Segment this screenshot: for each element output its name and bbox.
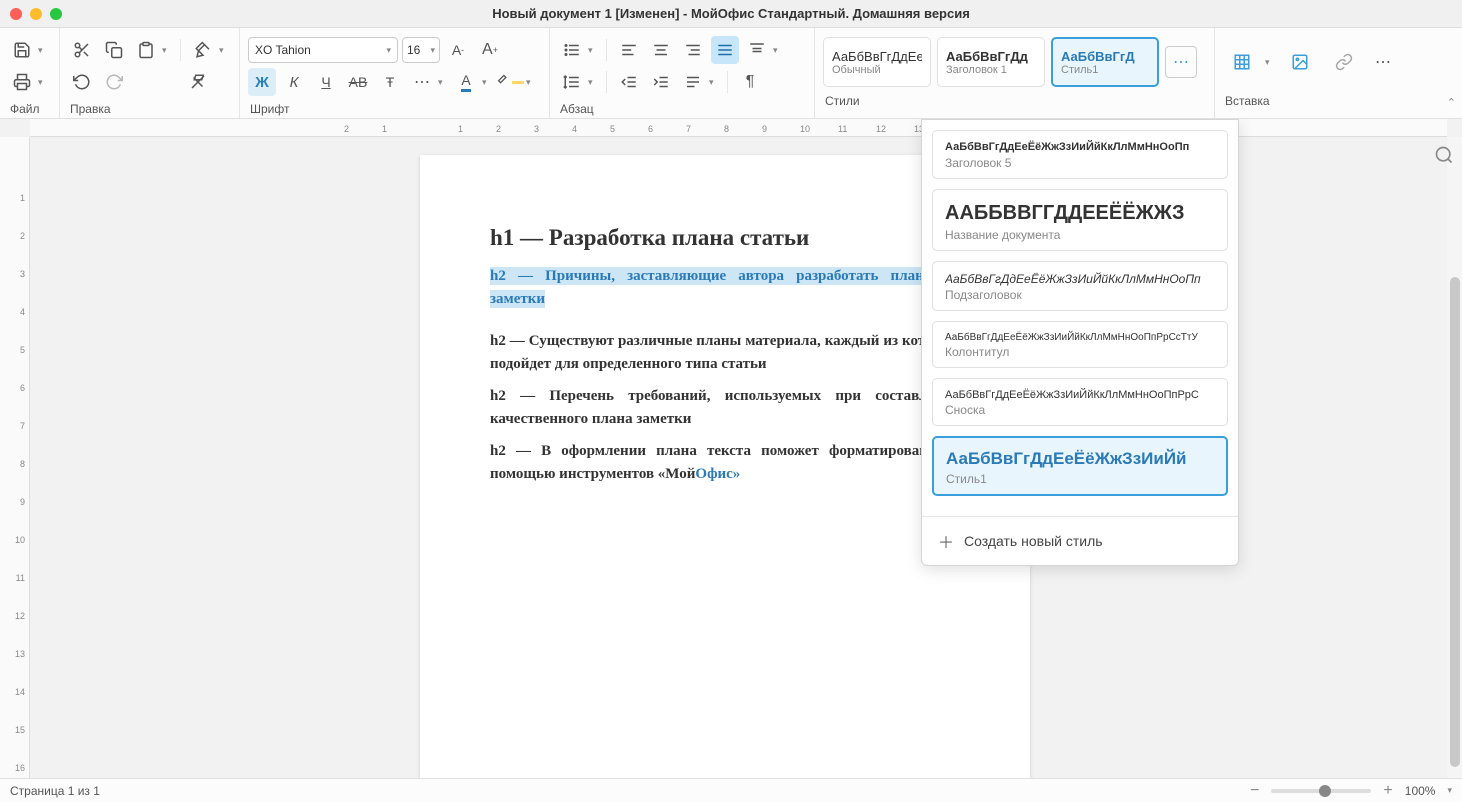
- scroll-thumb[interactable]: [1450, 277, 1460, 767]
- style-panel-item-2[interactable]: АаБбВвГгДдЕеЁёЖжЗзИиЙйКкЛлМмНнОоПпПодзаг…: [932, 261, 1228, 311]
- zoom-slider[interactable]: [1271, 789, 1371, 793]
- decrease-indent-button[interactable]: [615, 68, 643, 96]
- redo-button[interactable]: [100, 68, 128, 96]
- doc-heading-1[interactable]: h1 — Разработка плана статьи: [490, 225, 960, 251]
- vertical-align-button[interactable]: [743, 36, 771, 64]
- edit-group-label: Правка: [68, 102, 231, 116]
- print-button[interactable]: [8, 68, 36, 96]
- close-button[interactable]: [10, 8, 22, 20]
- styles-dropdown-panel: АаБбВвГгДдЕеЁёЖжЗзИиЙйКкЛлМмНнОоПпЗаголо…: [921, 119, 1239, 566]
- doc-heading-2c[interactable]: h2 — Перечень требований, используемых п…: [490, 385, 960, 430]
- italic-button[interactable]: К: [280, 68, 308, 96]
- align-justify-button[interactable]: [711, 36, 739, 64]
- save-button[interactable]: [8, 36, 36, 64]
- font-color-button[interactable]: А: [452, 68, 480, 96]
- print-dropdown[interactable]: ▾: [38, 77, 48, 88]
- format-painter-button[interactable]: [189, 36, 217, 64]
- align-left-button[interactable]: [615, 36, 643, 64]
- doc-heading-2-highlighted[interactable]: h2 — Причины, заставляющие автора разраб…: [490, 265, 960, 310]
- increase-indent-button[interactable]: [647, 68, 675, 96]
- style-panel-item-4[interactable]: АаБбВвГгДдЕеЁёЖжЗзИиЙйКкЛлМмНнОоПпРрССно…: [932, 378, 1228, 427]
- more-font-button[interactable]: ⋯: [408, 68, 436, 96]
- search-icon[interactable]: [1430, 141, 1458, 169]
- collapse-ribbon-button[interactable]: ⌃: [1447, 96, 1456, 109]
- style-panel-item-0[interactable]: АаБбВвГгДдЕеЁёЖжЗзИиЙйКкЛлМмНнОоПпЗаголо…: [932, 130, 1228, 179]
- font-name-select[interactable]: XO Tahion▾: [248, 37, 398, 63]
- insert-image-button[interactable]: [1281, 48, 1319, 76]
- pilcrow-button[interactable]: ¶: [736, 68, 764, 96]
- font-group-label: Шрифт: [248, 102, 541, 116]
- style-card-style1[interactable]: АаБбВвГгД Стиль1: [1051, 37, 1159, 87]
- cut-button[interactable]: [68, 36, 96, 64]
- format-painter-dropdown[interactable]: ▾: [219, 45, 229, 56]
- align-right-button[interactable]: [679, 36, 707, 64]
- window-title: Новый документ 1 [Изменен] - МойОфис Ста…: [492, 6, 970, 21]
- highlight-color-button[interactable]: [496, 68, 524, 96]
- copy-button[interactable]: [100, 36, 128, 64]
- decrease-font-button[interactable]: A-: [444, 36, 472, 64]
- vertical-scrollbar[interactable]: [1447, 137, 1462, 778]
- style-panel-item-5[interactable]: АаБбВвГгДдЕеЁёЖжЗзИиЙйСтиль1: [932, 436, 1228, 496]
- paste-dropdown[interactable]: ▾: [162, 45, 172, 56]
- paste-button[interactable]: [132, 36, 160, 64]
- line-spacing-button[interactable]: [558, 68, 586, 96]
- statusbar: Страница 1 из 1 − + 100% ▾: [0, 778, 1462, 802]
- align-center-button[interactable]: [647, 36, 675, 64]
- workspace: 2112345678910111213141516 11234567891011…: [0, 119, 1462, 778]
- create-new-style-button[interactable]: ＋ Создать новый стиль: [922, 516, 1238, 565]
- clear-format-button[interactable]: [184, 68, 212, 96]
- zoom-out-button[interactable]: −: [1250, 782, 1259, 800]
- vertical-ruler[interactable]: 112345678910111213141516171819: [0, 137, 30, 778]
- strikethrough-button[interactable]: АВ: [344, 68, 372, 96]
- more-insert-button[interactable]: ⋯: [1369, 48, 1397, 76]
- zoom-dropdown[interactable]: ▾: [1447, 785, 1452, 796]
- zoom-level[interactable]: 100%: [1405, 784, 1436, 798]
- insert-table-button[interactable]: [1223, 48, 1261, 76]
- bold-button[interactable]: Ж: [248, 68, 276, 96]
- styles-group-label: Стили: [823, 94, 1206, 108]
- doc-heading-2b[interactable]: h2 — Существуют различные планы материал…: [490, 330, 960, 375]
- underline-button[interactable]: Ч: [312, 68, 340, 96]
- more-styles-button[interactable]: ⋯: [1165, 46, 1197, 78]
- paragraph-group-label: Абзац: [558, 102, 806, 116]
- style-card-heading1[interactable]: АаБбВвГгДд Заголовок 1: [937, 37, 1045, 87]
- style-panel-item-3[interactable]: АаБбВвГгДдЕеЁёЖжЗзИиЙйКкЛлМмНнОоПпРрСсТт…: [932, 321, 1228, 368]
- increase-font-button[interactable]: A+: [476, 36, 504, 64]
- minimize-button[interactable]: [30, 8, 42, 20]
- font-size-select[interactable]: 16▾: [402, 37, 440, 63]
- bullet-list-button[interactable]: [558, 36, 586, 64]
- insert-group-label: Вставка: [1223, 94, 1454, 108]
- style-panel-item-1[interactable]: ААББВВГГДДЕЕЁЁЖЖЗНазвание документа: [932, 189, 1228, 251]
- insert-link-button[interactable]: [1325, 48, 1363, 76]
- titlebar: Новый документ 1 [Изменен] - МойОфис Ста…: [0, 0, 1462, 28]
- maximize-button[interactable]: [50, 8, 62, 20]
- cross-out-button[interactable]: Ŧ: [376, 68, 404, 96]
- paragraph-settings-button[interactable]: [679, 68, 707, 96]
- save-dropdown[interactable]: ▾: [38, 45, 48, 56]
- file-group-label: Файл: [8, 102, 51, 116]
- plus-icon: ＋: [938, 529, 954, 553]
- undo-button[interactable]: [68, 68, 96, 96]
- page-indicator: Страница 1 из 1: [10, 784, 100, 798]
- style-card-normal[interactable]: АаБбВвГгДдЕе Обычный: [823, 37, 931, 87]
- doc-heading-2d[interactable]: h2 — В оформлении плана текста поможет ф…: [490, 440, 960, 485]
- toolbar: ▾ ▾ Файл ▾ ▾: [0, 28, 1462, 119]
- zoom-in-button[interactable]: +: [1383, 782, 1392, 800]
